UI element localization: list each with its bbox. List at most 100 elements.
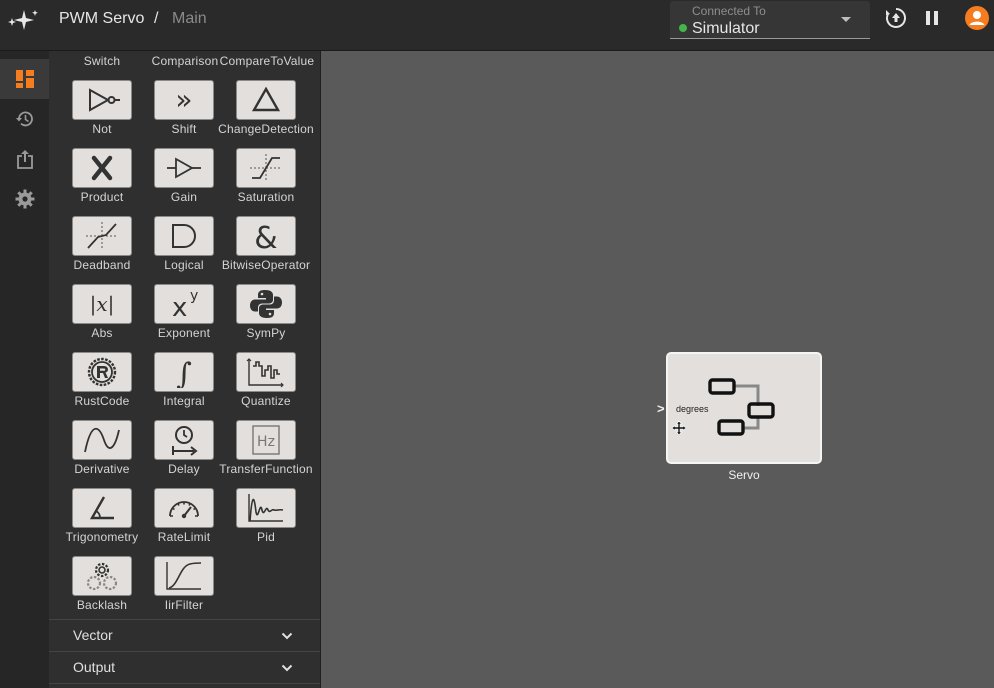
chevron-down-icon xyxy=(841,17,851,22)
block-pid[interactable] xyxy=(236,488,296,528)
block-name[interactable]: Servo xyxy=(666,468,822,482)
block-label: RustCode xyxy=(74,394,130,408)
block-delay[interactable] xyxy=(154,420,214,460)
chevron-down-icon xyxy=(281,632,293,640)
block-abs[interactable]: |x| xyxy=(72,284,132,324)
palette-row-labels: Switch Comparison CompareToValue xyxy=(49,54,320,70)
logo-icon[interactable] xyxy=(4,6,40,34)
block-transfer-function[interactable]: Hz xyxy=(236,420,296,460)
block-label: Switch xyxy=(83,54,121,68)
deadband-icon xyxy=(86,222,118,250)
connection-value: Simulator xyxy=(692,20,760,37)
saturation-icon xyxy=(250,154,282,182)
block-label: Backlash xyxy=(76,598,128,612)
svg-text:»: » xyxy=(175,84,192,116)
ampersand-icon: & xyxy=(254,221,277,252)
block-label: BitwiseOperator xyxy=(221,258,311,272)
block-label: IirFilter xyxy=(164,598,204,612)
rail-item-settings[interactable] xyxy=(0,179,49,219)
block-label: CompareToValue xyxy=(219,54,315,68)
shift-icon: » xyxy=(175,84,192,116)
block-label: Derivative xyxy=(74,462,130,476)
block-label: Product xyxy=(80,190,124,204)
block-gain[interactable] xyxy=(154,148,214,188)
port-label: degrees xyxy=(676,404,709,414)
block-label: Shift xyxy=(171,122,197,136)
block-label: Gain xyxy=(170,190,198,204)
block-label: Quantize xyxy=(241,394,291,408)
block-label: Trigonometry xyxy=(65,530,139,544)
gauge-icon xyxy=(169,501,199,519)
quantize-icon xyxy=(246,358,284,388)
block-sympy[interactable] xyxy=(236,284,296,324)
history-icon xyxy=(15,111,33,127)
block-integral[interactable]: ∫ xyxy=(154,352,214,392)
block-saturation[interactable] xyxy=(236,148,296,188)
not-gate-icon xyxy=(89,88,120,112)
gear-icon xyxy=(15,189,34,209)
move-cursor-icon xyxy=(672,421,686,435)
breadcrumb-page[interactable]: Main xyxy=(172,10,207,28)
triangle-icon xyxy=(251,86,281,112)
block-product[interactable] xyxy=(72,148,132,188)
block-not[interactable] xyxy=(72,80,132,120)
rail-item-export[interactable] xyxy=(0,139,49,179)
category-divider xyxy=(49,683,320,688)
user-avatar-icon[interactable] xyxy=(965,6,989,30)
block-label: TransferFunction xyxy=(219,462,313,476)
block-change-detection[interactable] xyxy=(236,80,296,120)
rail-item-blocks[interactable] xyxy=(0,59,49,99)
category-label: Output xyxy=(73,659,116,675)
pause-icon[interactable] xyxy=(920,6,944,30)
category-vector[interactable]: Vector xyxy=(49,619,320,651)
svg-text:|x|: |x| xyxy=(90,292,115,317)
abs-icon: |x| xyxy=(90,292,115,317)
servo-block[interactable]: degrees xyxy=(666,352,822,464)
pid-response-icon xyxy=(248,494,284,522)
python-icon xyxy=(250,290,282,318)
rail-item-history[interactable] xyxy=(0,99,49,139)
block-backlash[interactable] xyxy=(72,556,132,596)
block-label: Integral xyxy=(163,394,205,408)
left-rail xyxy=(0,51,49,688)
block-bitwise-operator[interactable]: & xyxy=(236,216,296,256)
derivative-icon xyxy=(84,427,120,453)
input-port-caret[interactable]: > xyxy=(657,401,665,416)
transfer-function-icon: Hz xyxy=(252,425,280,455)
breadcrumb-project[interactable]: PWM Servo xyxy=(59,10,144,28)
block-exponent[interactable]: x y xyxy=(154,284,214,324)
filter-curve-icon xyxy=(166,562,202,590)
deploy-icon[interactable] xyxy=(884,6,908,30)
block-label: Not xyxy=(92,122,112,136)
blocks-icon xyxy=(15,70,34,88)
block-palette: Switch Comparison CompareToValue Not » S… xyxy=(49,51,321,688)
block-shift[interactable]: » xyxy=(154,80,214,120)
block-deadband[interactable] xyxy=(72,216,132,256)
svg-text:∫: ∫ xyxy=(176,357,192,388)
and-gate-icon xyxy=(172,224,196,248)
app-header: PWM Servo / Main Connected To Simulator xyxy=(0,0,994,51)
category-output[interactable]: Output xyxy=(49,651,320,683)
block-derivative[interactable] xyxy=(72,420,132,460)
diagram-canvas[interactable]: > degrees Servo xyxy=(321,51,994,688)
block-quantize[interactable] xyxy=(236,352,296,392)
block-iir-filter[interactable] xyxy=(154,556,214,596)
block-label: Exponent xyxy=(157,326,211,340)
integral-icon: ∫ xyxy=(176,357,192,388)
block-label: Abs xyxy=(91,326,113,340)
block-label: Delay xyxy=(168,462,200,476)
svg-text:&: & xyxy=(254,221,277,252)
block-label: Logical xyxy=(164,258,204,272)
gain-icon xyxy=(167,157,201,179)
block-rust-code[interactable] xyxy=(72,352,132,392)
block-logical[interactable] xyxy=(154,216,214,256)
block-label: ChangeDetection xyxy=(218,122,314,136)
delay-icon xyxy=(172,426,198,456)
breadcrumb-separator: / xyxy=(154,10,159,27)
connection-select[interactable]: Connected To Simulator xyxy=(670,1,870,39)
block-trigonometry[interactable] xyxy=(72,488,132,528)
chevron-down-icon xyxy=(281,664,293,672)
connection-label: Connected To xyxy=(692,4,766,18)
block-label: Comparison xyxy=(151,54,219,68)
block-rate-limit[interactable] xyxy=(154,488,214,528)
